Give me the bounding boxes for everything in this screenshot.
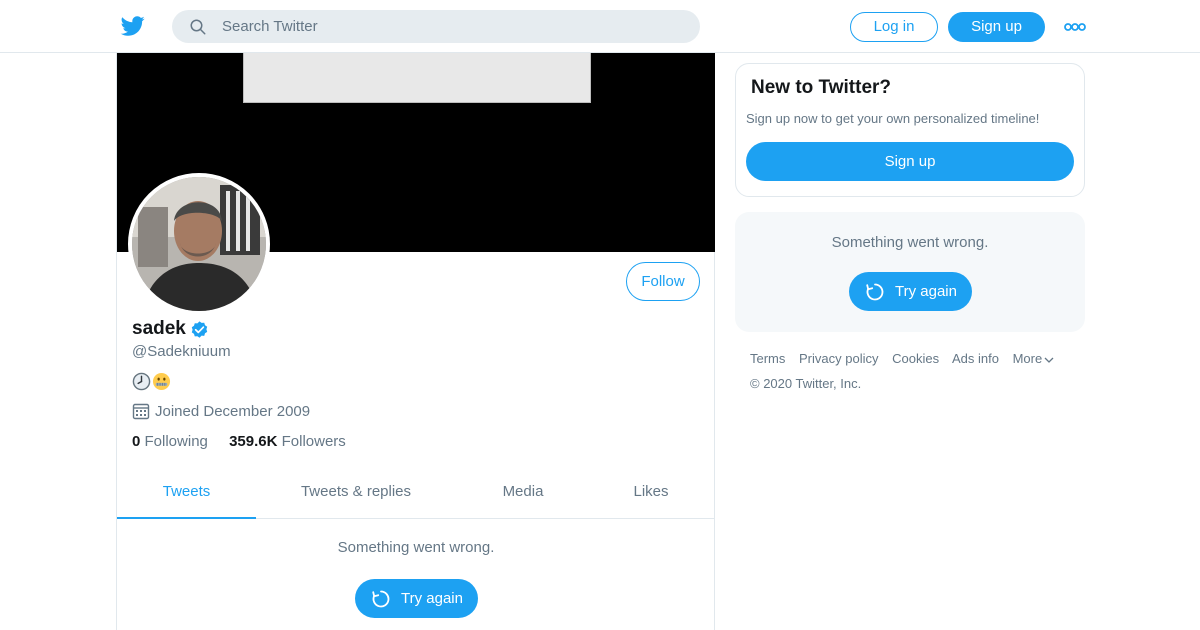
calendar-icon	[132, 403, 150, 420]
profile-tabs: Tweets Tweets & replies Media Likes	[117, 466, 715, 519]
timeline-error-text: Something went wrong.	[337, 539, 495, 556]
sidebar-signup-button[interactable]: Sign up	[746, 142, 1074, 181]
sidebar-error-card: Something went wrong. Try again	[735, 212, 1085, 332]
followers-stat[interactable]: 359.6K Followers	[229, 433, 346, 450]
try-again-label: Try again	[401, 590, 463, 607]
sidebar-error-text: Something went wrong.	[831, 234, 989, 251]
follow-button[interactable]: Follow	[626, 262, 700, 301]
search-input[interactable]	[222, 10, 682, 43]
new-card-title: New to Twitter?	[751, 77, 892, 98]
new-to-twitter-card: New to Twitter? Sign up now to get your …	[735, 63, 1085, 197]
verified-badge-icon	[191, 321, 208, 338]
tab-tweets-replies[interactable]: Tweets & replies	[281, 466, 431, 519]
following-stat[interactable]: 0 Following	[132, 433, 208, 450]
profile-column: Follow sadek @Sadekniuum Joined December…	[116, 53, 715, 630]
footer-link-privacy[interactable]: Privacy policy	[799, 351, 878, 366]
footer-link-ads-info[interactable]: Ads info	[952, 351, 999, 366]
sidebar-try-again-button[interactable]: Try again	[849, 272, 972, 311]
tab-media[interactable]: Media	[487, 466, 559, 519]
copyright-text: © 2020 Twitter, Inc.	[750, 376, 862, 391]
banner-image-content	[243, 53, 591, 103]
joined-text: Joined December 2009	[155, 403, 311, 420]
twitter-bird-icon[interactable]	[120, 14, 146, 38]
footer-more-button[interactable]: More	[1013, 351, 1055, 366]
tab-tweets[interactable]: Tweets	[117, 466, 256, 519]
tab-likes[interactable]: Likes	[615, 466, 687, 519]
login-button[interactable]: Log in	[850, 12, 938, 42]
zipper-mouth-emoji-icon	[152, 372, 171, 391]
footer-more-label: More	[1012, 351, 1043, 366]
following-label: Following	[144, 433, 208, 450]
try-again-button[interactable]: Try again	[355, 579, 478, 618]
refresh-icon	[866, 283, 884, 301]
avatar-photo	[132, 177, 266, 311]
search-bar[interactable]	[172, 10, 700, 43]
footer-link-cookies[interactable]: Cookies	[892, 351, 939, 366]
profile-handle: @Sadekniuum	[132, 343, 231, 360]
footer-link-terms[interactable]: Terms	[750, 351, 785, 366]
clock-emoji-icon	[132, 372, 151, 391]
sidebar-footer: Terms Privacy policy Cookies Ads info Mo…	[750, 351, 1090, 391]
profile-stats: 0 Following 359.6K Followers	[132, 433, 363, 450]
joined-date: Joined December 2009	[132, 402, 310, 420]
followers-count: 359.6K	[229, 433, 278, 450]
try-again-label: Try again	[895, 283, 957, 300]
following-count: 0	[132, 433, 141, 450]
chevron-down-icon	[1044, 357, 1054, 363]
avatar[interactable]	[128, 173, 270, 315]
new-card-subtitle: Sign up now to get your own personalized…	[746, 111, 1040, 126]
footer-links: Terms Privacy policy Cookies Ads info Mo…	[750, 351, 1090, 366]
search-icon	[190, 19, 206, 35]
top-nav-bar: Log in Sign up	[0, 0, 1200, 53]
followers-label: Followers	[281, 433, 346, 450]
signup-button[interactable]: Sign up	[948, 12, 1045, 42]
profile-bio	[132, 372, 172, 392]
profile-name: sadek	[132, 318, 186, 339]
more-dots-icon[interactable]	[1064, 20, 1086, 34]
refresh-icon	[372, 590, 390, 608]
